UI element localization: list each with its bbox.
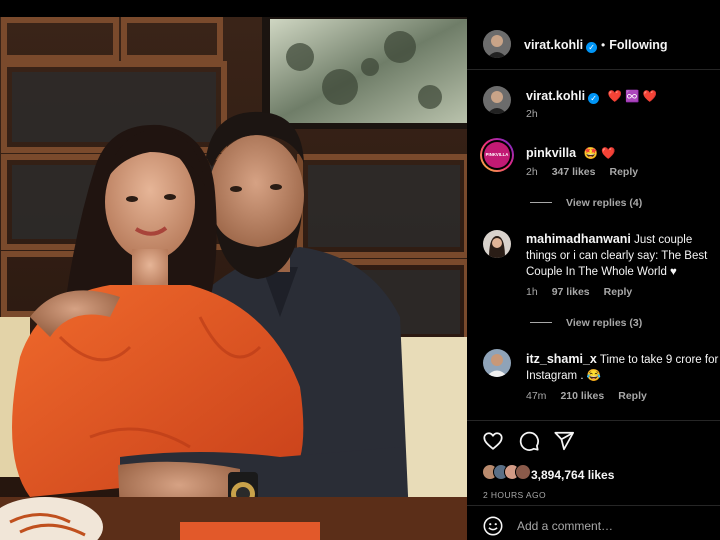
comment-avatar-itz-shami-x[interactable] (483, 349, 511, 377)
posted-time: 2 HOURS AGO (483, 490, 546, 500)
view-replies-label: View replies (4) (566, 197, 643, 209)
comment-username[interactable]: pinkvilla (526, 146, 576, 160)
comment-meta: 47m 210 likes Reply (526, 390, 647, 402)
comment-time: 2h (526, 166, 538, 178)
comment-time: 1h (526, 286, 538, 298)
caption-text: ❤️ ♾️ ❤️ (607, 91, 657, 103)
comment-avatar-mahimadhanwani[interactable] (483, 230, 511, 258)
comment-username[interactable]: itz_shami_x (526, 352, 597, 366)
reply-button[interactable]: Reply (609, 166, 638, 178)
verified-icon: ✓ (586, 42, 598, 53)
comment-likes[interactable]: 347 likes (552, 166, 596, 178)
avatar-photo (483, 349, 511, 377)
add-comment-bar: Add a comment… (467, 505, 720, 540)
post-side-panel: virat.kohli ✓ • Following virat.kohli ✓ ❤️ ♾… (467, 17, 720, 540)
comment-likes[interactable]: 210 likes (560, 390, 604, 402)
post-photo-illustration (0, 17, 467, 540)
caption-username[interactable]: virat.kohli (526, 89, 585, 103)
comment-avatar-pinkvilla[interactable]: PINKVILLA (480, 138, 514, 172)
post-actions: 3,894,764 likes 2 HOURS AGO Add a commen… (467, 420, 720, 540)
comment-username[interactable]: mahimadhanwani (526, 232, 631, 246)
comment-likes[interactable]: 97 likes (552, 286, 590, 298)
emoji-icon[interactable] (482, 515, 504, 537)
caption-avatar[interactable] (483, 86, 511, 114)
separator-dot: • (601, 38, 606, 52)
author-avatar[interactable] (483, 30, 511, 58)
view-replies-button[interactable]: View replies (3) (530, 317, 642, 329)
reply-button[interactable]: Reply (618, 390, 647, 402)
author-username[interactable]: virat.kohli (524, 38, 583, 52)
verified-icon: ✓ (588, 93, 600, 104)
divider-line (530, 202, 552, 203)
avatar-photo (483, 230, 511, 258)
pinkvilla-logo: PINKVILLA (484, 142, 510, 168)
comment-body: itz_shami_x Time to take 9 crore for Ins… (526, 351, 720, 384)
likes-count[interactable]: 3,894,764 likes (531, 468, 614, 482)
divider-line (530, 322, 552, 323)
post-header: virat.kohli ✓ • Following (467, 17, 720, 70)
comment-input[interactable]: Add a comment… (517, 519, 613, 533)
heart-icon[interactable] (482, 430, 504, 452)
caption-time: 2h (526, 108, 538, 120)
avatar-photo (483, 30, 511, 58)
avatar-photo (483, 86, 511, 114)
post-photo[interactable] (0, 17, 467, 540)
view-replies-label: View replies (3) (566, 317, 643, 329)
top-bar (0, 0, 720, 17)
following-button[interactable]: Following (609, 38, 667, 52)
liker-avatar (515, 464, 531, 480)
comment-meta: 1h 97 likes Reply (526, 286, 632, 298)
comment-meta: 2h 347 likes Reply (526, 166, 638, 178)
comment-body: mahimadhanwani Just couple things or i c… (526, 231, 716, 280)
view-replies-button[interactable]: View replies (4) (530, 197, 642, 209)
comment-text: 🤩 ❤️ (583, 148, 616, 160)
reply-button[interactable]: Reply (604, 286, 633, 298)
share-icon[interactable] (553, 430, 575, 452)
comment-icon[interactable] (518, 430, 540, 452)
comment-time: 47m (526, 390, 547, 402)
